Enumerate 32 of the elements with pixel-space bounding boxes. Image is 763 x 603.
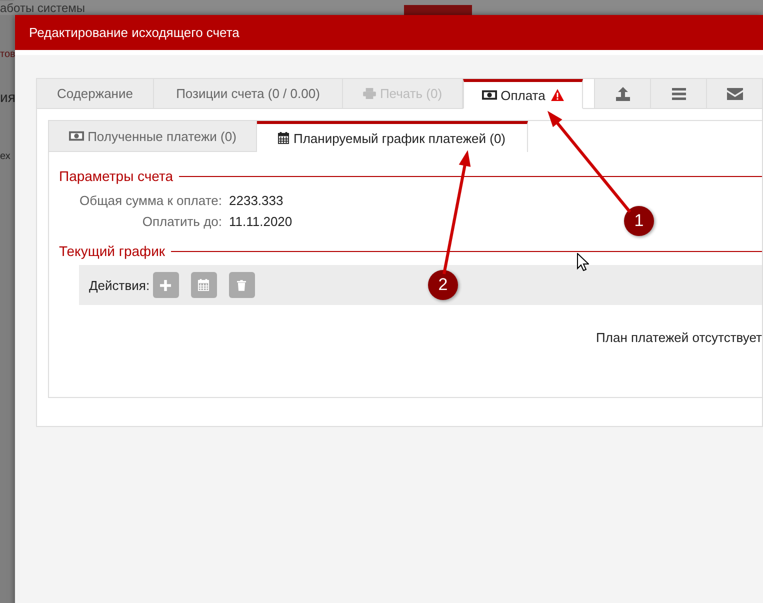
field-label: Оплатить до: — [141, 214, 222, 229]
upload-icon — [616, 86, 630, 100]
printer-icon — [362, 88, 376, 99]
tab[interactable]: Оплата — [463, 79, 583, 109]
banknote-icon — [68, 131, 84, 141]
trash-icon — [237, 280, 246, 290]
banknote-icon — [482, 90, 497, 100]
tab[interactable]: Планируемый график платежей (0) — [257, 121, 528, 152]
nav-tab-highlight — [404, 5, 472, 15]
section-title: Текущий график — [59, 243, 166, 259]
background-text: ия — [0, 89, 16, 105]
section-title: Параметры счета — [59, 168, 174, 184]
tab[interactable]: Полученные платежи (0) — [49, 121, 257, 152]
background-text: ех — [0, 151, 10, 162]
actions-label: Действия: — [89, 278, 150, 292]
dialog-title: Редактирование исходящего счета — [29, 25, 240, 40]
toolbar-tab[interactable] — [706, 79, 762, 109]
tab[interactable]: Позиции счета (0 / 0.00) — [154, 79, 343, 109]
cursor-icon — [577, 253, 589, 271]
toolbar-tab[interactable] — [650, 79, 706, 109]
field-value: 11.11.2020 — [229, 214, 292, 229]
toolbar-tab[interactable] — [594, 79, 650, 109]
background-text: тов — [0, 49, 16, 60]
envelope-icon — [726, 88, 742, 100]
empty-message: План платежей отсутствует — [596, 330, 762, 345]
plus-icon — [160, 280, 172, 290]
menu-icon — [672, 88, 686, 100]
field-label: Общая сумма к оплате: — [78, 193, 222, 208]
calendar-icon — [198, 279, 210, 291]
calendar-icon — [278, 132, 290, 144]
field-value: 2233.333 — [229, 193, 284, 208]
tab[interactable]: Содержание — [37, 79, 154, 109]
